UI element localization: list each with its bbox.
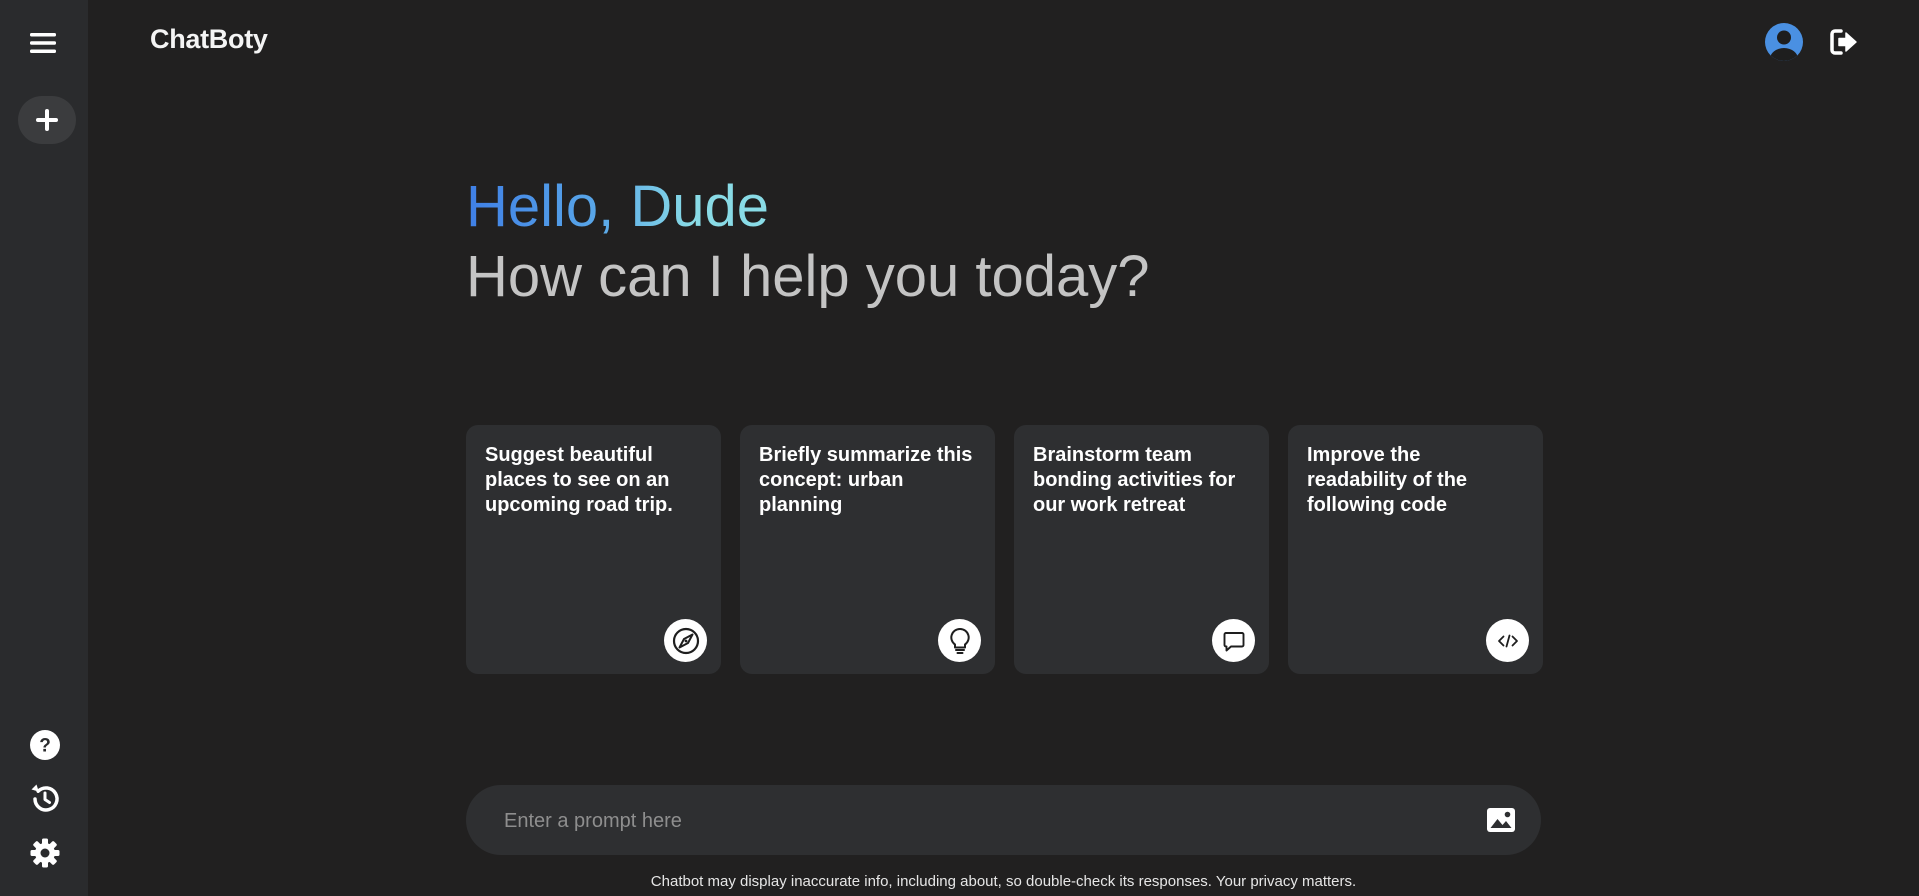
plus-icon <box>36 109 58 131</box>
sidebar: ? <box>0 0 88 896</box>
image-upload-icon[interactable] <box>1485 804 1517 836</box>
suggestion-card[interactable]: Briefly summarize this concept: urban pl… <box>740 425 995 674</box>
suggestion-cards: Suggest beautiful places to see on an up… <box>466 425 1543 674</box>
greeting-section: Hello, Dude How can I help you today? <box>466 172 1466 312</box>
greeting-subtitle: How can I help you today? <box>466 244 1150 309</box>
suggestion-card-text: Briefly summarize this concept: urban pl… <box>759 444 973 516</box>
prompt-input[interactable] <box>502 785 1426 857</box>
history-icon[interactable] <box>28 782 62 816</box>
svg-text:?: ? <box>39 736 51 757</box>
chat-bubble-icon <box>1212 619 1255 662</box>
suggestion-card[interactable]: Improve the readability of the following… <box>1288 425 1543 674</box>
lightbulb-icon <box>938 619 981 662</box>
code-icon <box>1486 619 1529 662</box>
footer-disclaimer: Chatbot may display inaccurate info, inc… <box>650 873 1357 890</box>
greeting-hello: Hello, Dude <box>466 172 769 242</box>
app-window: ? ChatBoty Hello, Dude How can I help yo… <box>0 0 1919 896</box>
suggestion-card[interactable]: Brainstorm team bonding activities for o… <box>1014 425 1269 674</box>
logout-icon[interactable] <box>1828 26 1860 58</box>
prompt-bar <box>466 785 1541 857</box>
settings-gear-icon[interactable] <box>28 836 62 870</box>
suggestion-card-text: Suggest beautiful places to see on an up… <box>485 444 673 516</box>
app-brand-title: ChatBoty <box>150 24 268 54</box>
help-icon[interactable]: ? <box>28 728 62 762</box>
suggestion-card-text: Brainstorm team bonding activities for o… <box>1033 444 1236 516</box>
suggestion-card-text: Improve the readability of the following… <box>1307 444 1468 516</box>
menu-icon[interactable] <box>28 28 58 58</box>
new-chat-button[interactable] <box>18 96 76 144</box>
compass-icon <box>664 619 707 662</box>
user-avatar-icon[interactable] <box>1765 23 1803 61</box>
suggestion-card[interactable]: Suggest beautiful places to see on an up… <box>466 425 721 674</box>
